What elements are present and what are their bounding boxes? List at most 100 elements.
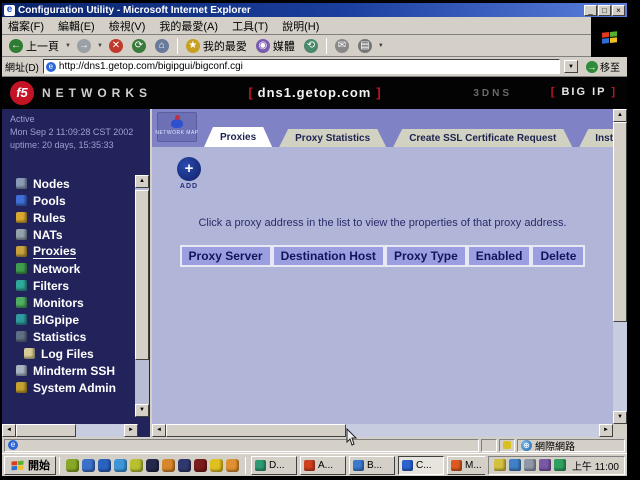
quicklaunch-icon-8[interactable] bbox=[178, 459, 191, 472]
tab-proxies[interactable]: Proxies bbox=[204, 127, 272, 147]
media-button[interactable]: ◉ 媒體 bbox=[253, 37, 298, 55]
stop-button[interactable]: ✕ bbox=[106, 38, 126, 54]
quicklaunch-icon-2[interactable] bbox=[82, 459, 95, 472]
tray-network-icon[interactable] bbox=[509, 459, 521, 471]
home-button[interactable]: ⌂ bbox=[152, 38, 172, 54]
main-frame: NETWORK MAP Proxies Proxy Statistics Cre… bbox=[152, 109, 627, 437]
maximize-button[interactable]: □ bbox=[598, 5, 611, 16]
print-button[interactable]: ▤ bbox=[355, 38, 375, 54]
nav-list: Nodes Pools Rules NATs Proxies Network bbox=[2, 175, 133, 396]
main-vertical-scrollbar[interactable]: ▲ ▼ bbox=[613, 109, 627, 424]
status-message-panel: e bbox=[4, 439, 479, 452]
tab-proxy-statistics[interactable]: Proxy Statistics bbox=[279, 129, 386, 147]
sidebar-item-monitors[interactable]: Monitors bbox=[2, 294, 133, 311]
scrollbar-thumb[interactable] bbox=[135, 190, 149, 360]
tray-agent-icon[interactable] bbox=[554, 459, 566, 471]
sidebar-item-label: Monitors bbox=[33, 296, 84, 310]
quicklaunch-icon-1[interactable] bbox=[66, 459, 79, 472]
back-button[interactable]: ← 上一頁 bbox=[6, 37, 62, 55]
sidebar-item-pools[interactable]: Pools bbox=[2, 192, 133, 209]
sidebar-item-nats[interactable]: NATs bbox=[2, 226, 133, 243]
network-map-button[interactable]: NETWORK MAP bbox=[157, 112, 197, 142]
sidebar-item-rules[interactable]: Rules bbox=[2, 209, 133, 226]
task-button-3[interactable]: B... bbox=[349, 456, 395, 475]
scroll-down-icon[interactable]: ▼ bbox=[613, 411, 627, 424]
sidebar-item-bigpipe[interactable]: BIGpipe bbox=[2, 311, 133, 328]
proxy-table-header-row: Proxy Server Destination Host Proxy Type… bbox=[180, 245, 586, 267]
scrollbar-thumb[interactable] bbox=[166, 424, 346, 437]
add-plus-icon[interactable]: + bbox=[177, 157, 201, 181]
tray-app-icon[interactable] bbox=[539, 459, 551, 471]
quicklaunch-icon-6[interactable] bbox=[146, 459, 159, 472]
nats-icon bbox=[16, 229, 27, 240]
quicklaunch-icon-5[interactable] bbox=[130, 459, 143, 472]
menu-favorites[interactable]: 我的最愛(A) bbox=[159, 18, 218, 34]
add-proxy-button[interactable]: + ADD bbox=[168, 157, 210, 190]
mail-button[interactable]: ✉ bbox=[332, 38, 352, 54]
scroll-left-icon[interactable]: ◄ bbox=[2, 424, 16, 437]
start-button[interactable]: 開始 bbox=[4, 456, 56, 475]
menu-edit[interactable]: 編輯(E) bbox=[58, 18, 95, 34]
scroll-right-icon[interactable]: ► bbox=[599, 424, 613, 437]
task-button-2[interactable]: A... bbox=[300, 456, 346, 475]
quicklaunch-icon-3[interactable] bbox=[98, 459, 111, 472]
task-button-4-active[interactable]: C... bbox=[398, 456, 444, 475]
sidebar-item-network[interactable]: Network bbox=[2, 260, 133, 277]
quicklaunch-icon-4[interactable] bbox=[114, 459, 127, 472]
print-dropdown-icon[interactable]: ▼ bbox=[378, 43, 384, 49]
tab-install-ssl-certificate[interactable]: Install SSL Certifi bbox=[579, 129, 613, 147]
address-input[interactable]: e http://dns1.getop.com/bigipgui/bigconf… bbox=[43, 59, 560, 74]
forward-button[interactable]: → bbox=[74, 38, 94, 54]
sidebar-item-mindterm-ssh[interactable]: Mindterm SSH bbox=[2, 362, 133, 379]
sidebar-item-proxies[interactable]: Proxies bbox=[2, 243, 133, 260]
bigip-bracket-close: ] bbox=[611, 86, 617, 98]
address-dropdown-icon[interactable]: ▼ bbox=[564, 60, 578, 73]
sidebar-item-system-admin[interactable]: System Admin bbox=[2, 379, 133, 396]
scroll-down-icon[interactable]: ▼ bbox=[135, 404, 149, 417]
sidebar-item-log-files[interactable]: Log Files bbox=[2, 345, 133, 362]
scroll-left-icon[interactable]: ◄ bbox=[152, 424, 166, 437]
quicklaunch-icon-7[interactable] bbox=[162, 459, 175, 472]
sidebar-vertical-scrollbar[interactable]: ▲ ▼ bbox=[135, 175, 149, 417]
menu-view[interactable]: 檢視(V) bbox=[109, 18, 146, 34]
sidebar-item-filters[interactable]: Filters bbox=[2, 277, 133, 294]
minimize-button[interactable]: _ bbox=[584, 5, 597, 16]
go-button[interactable]: → 移至 bbox=[582, 59, 624, 74]
sidebar-horizontal-scrollbar[interactable]: ◄ ► bbox=[2, 424, 138, 437]
task-button-5[interactable]: M... bbox=[447, 456, 485, 475]
history-button[interactable]: ⟲ bbox=[301, 38, 321, 54]
close-button[interactable]: × bbox=[612, 5, 625, 16]
favorites-button[interactable]: ★ 我的最愛 bbox=[183, 37, 250, 55]
task-button-1[interactable]: D... bbox=[251, 456, 297, 475]
quicklaunch-icon-9[interactable] bbox=[194, 459, 207, 472]
sidebar-item-nodes[interactable]: Nodes bbox=[2, 175, 133, 192]
back-dropdown-icon[interactable]: ▼ bbox=[65, 43, 71, 49]
scrollbar-thumb[interactable] bbox=[613, 122, 627, 322]
hostname-banner: [dns1.getop.com] bbox=[2, 85, 627, 100]
quicklaunch-icon-10[interactable] bbox=[210, 459, 223, 472]
status-zone-panel: ⊕ 網際網路 bbox=[517, 439, 625, 452]
bigip-bracket-open: [ bbox=[551, 86, 557, 98]
favorites-icon: ★ bbox=[186, 39, 200, 53]
tray-volume-icon[interactable] bbox=[494, 459, 506, 471]
bigip-text: BIG IP bbox=[561, 86, 606, 98]
refresh-button[interactable]: ⟳ bbox=[129, 38, 149, 54]
sidebar-item-statistics[interactable]: Statistics bbox=[2, 328, 133, 345]
tab-create-ssl-certificate-request[interactable]: Create SSL Certificate Request bbox=[393, 129, 572, 147]
system-admin-icon bbox=[16, 382, 27, 393]
menu-file[interactable]: 檔案(F) bbox=[8, 18, 44, 34]
scroll-up-icon[interactable]: ▲ bbox=[613, 109, 627, 122]
statistics-icon bbox=[16, 331, 27, 342]
taskbar-clock: 上午 11:00 bbox=[569, 458, 619, 473]
history-icon: ⟲ bbox=[304, 39, 318, 53]
menu-tools[interactable]: 工具(T) bbox=[232, 18, 268, 34]
scrollbar-corner bbox=[613, 424, 627, 437]
main-horizontal-scrollbar[interactable]: ◄ ► bbox=[152, 424, 613, 437]
tray-display-icon[interactable] bbox=[524, 459, 536, 471]
menu-help[interactable]: 說明(H) bbox=[282, 18, 319, 34]
scroll-right-icon[interactable]: ► bbox=[124, 424, 138, 437]
scrollbar-thumb[interactable] bbox=[16, 424, 76, 437]
forward-dropdown-icon[interactable]: ▼ bbox=[97, 43, 103, 49]
scroll-up-icon[interactable]: ▲ bbox=[135, 175, 149, 188]
quicklaunch-icon-11[interactable] bbox=[226, 459, 239, 472]
